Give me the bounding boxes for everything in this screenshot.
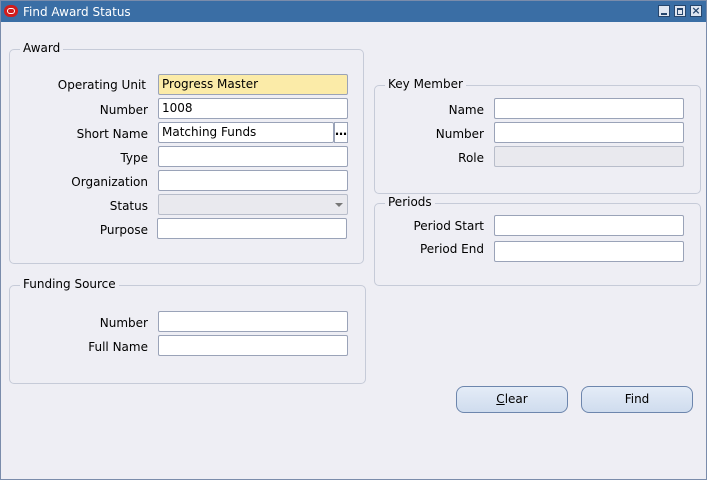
operating-unit-field[interactable]: Progress Master	[158, 74, 348, 95]
title-bar: Find Award Status ×	[1, 1, 706, 22]
key-member-name-label: Name	[448, 103, 484, 117]
clear-mnemonic: C	[496, 392, 505, 406]
period-end-label: Period End	[419, 242, 484, 256]
full-name-field[interactable]	[158, 335, 348, 356]
key-member-legend: Key Member	[385, 77, 466, 91]
short-name-field[interactable]: Matching Funds	[158, 122, 334, 143]
short-name-label: Short Name	[76, 127, 148, 141]
find-award-status-window: Find Award Status × Award Operating Unit…	[0, 0, 707, 480]
full-name-label: Full Name	[88, 340, 148, 354]
period-start-label: Period Start	[413, 219, 484, 233]
period-end-field[interactable]	[494, 241, 684, 262]
organization-field[interactable]	[158, 170, 348, 191]
key-member-number-label: Number	[435, 127, 484, 141]
oracle-logo-icon	[4, 5, 18, 17]
purpose-field[interactable]	[157, 218, 347, 239]
status-label: Status	[109, 199, 148, 213]
key-member-number-field[interactable]	[494, 122, 684, 143]
maximize-icon[interactable]	[674, 5, 686, 17]
close-icon[interactable]: ×	[690, 5, 702, 17]
type-field[interactable]	[158, 146, 348, 167]
status-dropdown[interactable]	[158, 194, 348, 215]
organization-label: Organization	[71, 175, 148, 189]
award-legend: Award	[20, 41, 64, 55]
funding-source-legend: Funding Source	[20, 277, 119, 291]
period-start-field[interactable]	[494, 215, 684, 236]
chevron-down-icon	[335, 203, 343, 207]
funding-number-label: Number	[99, 316, 148, 330]
role-field[interactable]	[494, 146, 684, 167]
operating-unit-label: Operating Unit	[57, 78, 146, 92]
minimize-icon[interactable]	[658, 5, 670, 17]
find-button[interactable]: Find	[581, 386, 693, 413]
funding-number-field[interactable]	[158, 311, 348, 332]
award-number-field[interactable]: 1008	[158, 98, 348, 119]
short-name-lov-button[interactable]: …	[334, 122, 348, 143]
role-label: Role	[458, 151, 484, 165]
purpose-label: Purpose	[99, 223, 148, 237]
clear-label-rest: lear	[504, 392, 528, 406]
type-label: Type	[120, 151, 148, 165]
key-member-name-field[interactable]	[494, 98, 684, 119]
award-number-label: Number	[99, 103, 148, 117]
periods-legend: Periods	[385, 195, 435, 209]
clear-button[interactable]: Clear	[456, 386, 568, 413]
window-title: Find Award Status	[23, 5, 131, 19]
